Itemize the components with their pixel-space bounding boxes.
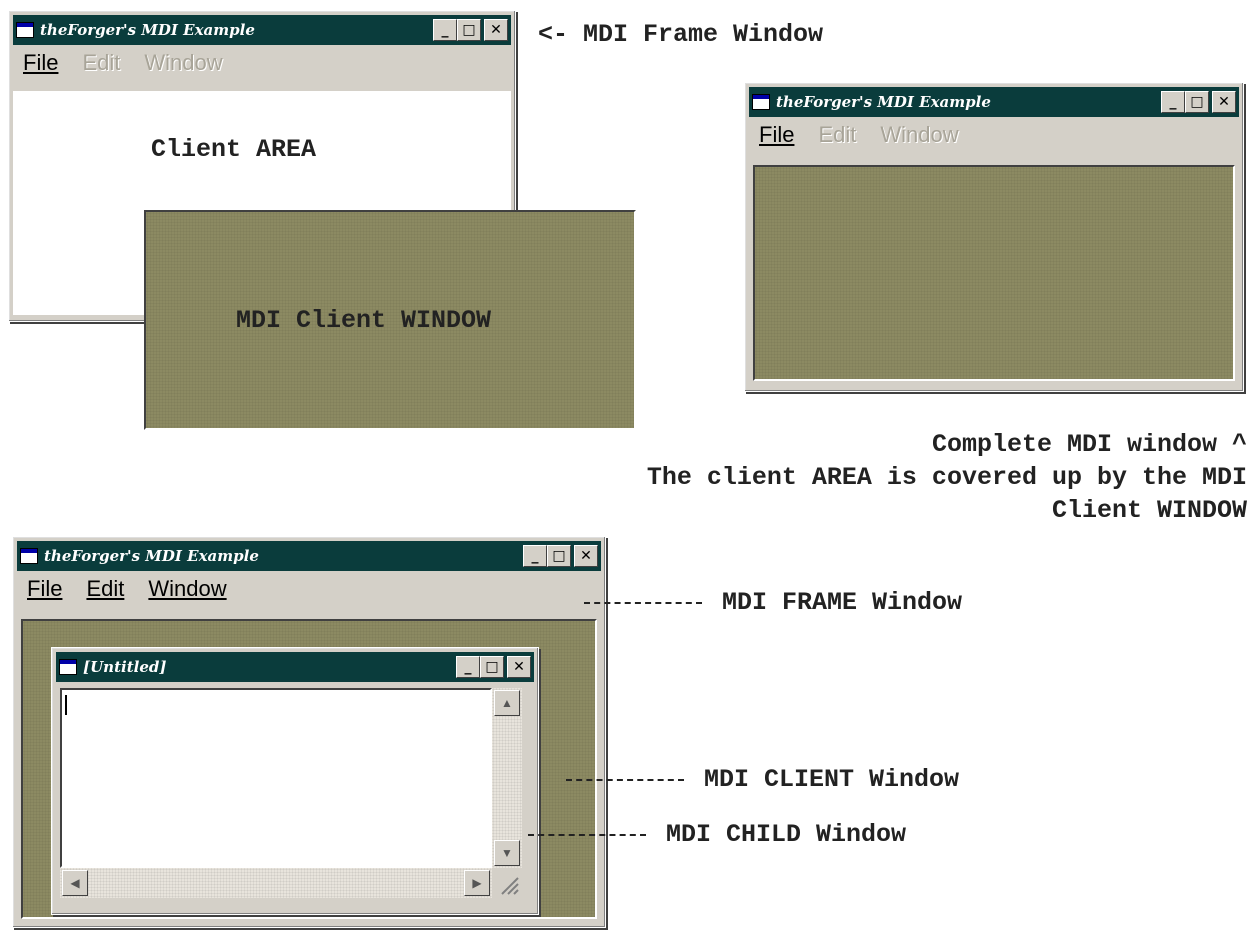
menu-edit[interactable]: Edit [86, 576, 124, 602]
maximize-button[interactable]: □ [480, 656, 504, 678]
horizontal-scrollbar[interactable]: ◀ ▶ [60, 868, 492, 898]
mdi-client-area: [Untitled] _ □ ✕ ▲ ▼ ◀ ▶ [21, 619, 597, 919]
frame-callout-line [584, 602, 702, 604]
menu-bar: File Edit Window [749, 121, 1239, 149]
menu-file[interactable]: File [759, 122, 794, 148]
frame-window-2: theForger's MDI Example _ □ ✕ File Edit … [744, 82, 1244, 392]
mdi-client-window-callout: MDI CLIENT Window [704, 765, 960, 794]
child-title-bar[interactable]: [Untitled] _ □ ✕ [56, 652, 534, 682]
close-button[interactable]: ✕ [484, 19, 508, 41]
minimize-button[interactable]: _ [433, 19, 457, 41]
app-icon[interactable] [16, 22, 34, 38]
maximize-button[interactable]: □ [457, 19, 481, 41]
close-button[interactable]: ✕ [1212, 91, 1236, 113]
minimize-button[interactable]: _ [1161, 91, 1185, 113]
child-edit-area[interactable] [60, 688, 492, 868]
menu-window[interactable]: Window [148, 576, 226, 602]
scroll-up-icon[interactable]: ▲ [494, 690, 520, 716]
maximize-button[interactable]: □ [1185, 91, 1209, 113]
text-cursor [65, 695, 67, 715]
menu-file[interactable]: File [23, 50, 58, 76]
frame-window-arrow-label: <- MDI Frame Window [538, 20, 824, 49]
mdi-client-window-label: MDI Client WINDOW [236, 306, 492, 335]
close-button[interactable]: ✕ [574, 545, 598, 567]
complete-caption-line-2: The client AREA is covered up by the MDI [646, 463, 1247, 492]
child-window-title: [Untitled] [83, 658, 167, 676]
mdi-frame-window-label: MDI FRAME Window [722, 588, 963, 617]
app-icon[interactable] [20, 548, 38, 564]
menu-window[interactable]: Window [880, 122, 958, 148]
vertical-scrollbar[interactable]: ▲ ▼ [492, 688, 522, 868]
window-title: theForger's MDI Example [40, 21, 255, 39]
menu-edit[interactable]: Edit [82, 50, 120, 76]
scroll-right-icon[interactable]: ▶ [464, 870, 490, 896]
size-grip-icon[interactable] [492, 868, 522, 898]
client-callout-line [566, 779, 684, 781]
scroll-left-icon[interactable]: ◀ [62, 870, 88, 896]
mdi-child-window: [Untitled] _ □ ✕ ▲ ▼ ◀ ▶ [51, 647, 539, 915]
mdi-child-window-label: MDI CHILD Window [666, 820, 907, 849]
size-grip-glyph [501, 877, 519, 895]
minimize-button[interactable]: _ [523, 545, 547, 567]
client-area-label: Client AREA [151, 135, 317, 164]
scroll-down-icon[interactable]: ▼ [494, 840, 520, 866]
complete-caption-line-3: Client WINDOW [1051, 496, 1247, 525]
mdi-client-area [753, 165, 1235, 381]
maximize-button[interactable]: □ [547, 545, 571, 567]
minimize-button[interactable]: _ [456, 656, 480, 678]
menu-bar: File Edit Window [13, 49, 511, 77]
menu-edit[interactable]: Edit [818, 122, 856, 148]
title-bar[interactable]: theForger's MDI Example _ □ ✕ [749, 87, 1239, 117]
title-bar[interactable]: theForger's MDI Example _ □ ✕ [13, 15, 511, 45]
mdi-client-window-overlay: MDI Client WINDOW [144, 210, 636, 430]
app-icon[interactable] [752, 94, 770, 110]
complete-caption-line-1: Complete MDI window ^ [931, 430, 1247, 459]
menu-bar: File Edit Window [17, 575, 601, 603]
frame-window-3: theForger's MDI Example _ □ ✕ File Edit … [12, 536, 606, 928]
close-button[interactable]: ✕ [507, 656, 531, 678]
menu-window[interactable]: Window [144, 50, 222, 76]
title-bar[interactable]: theForger's MDI Example _ □ ✕ [17, 541, 601, 571]
child-callout-line [528, 834, 646, 836]
app-icon[interactable] [59, 659, 77, 675]
window-title: theForger's MDI Example [44, 547, 259, 565]
menu-file[interactable]: File [27, 576, 62, 602]
window-title: theForger's MDI Example [776, 93, 991, 111]
